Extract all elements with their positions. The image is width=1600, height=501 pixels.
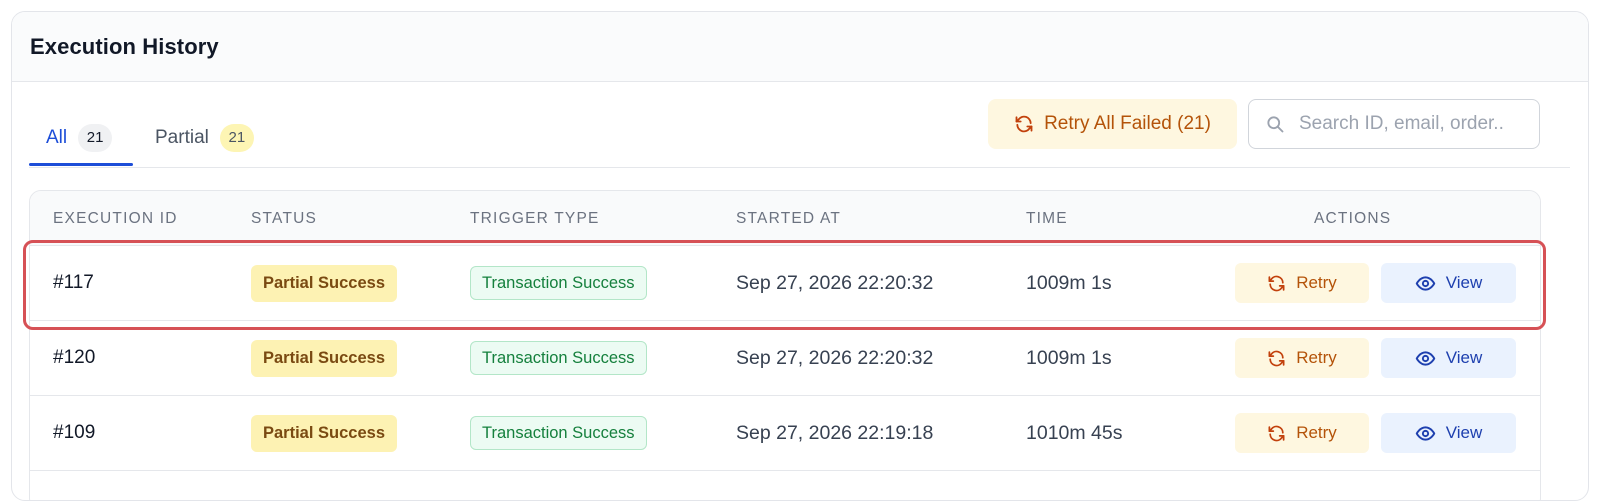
toolbar: All 21 Partial 21 Retry All Failed (21) [12, 82, 1588, 182]
retry-button[interactable]: Retry [1235, 338, 1369, 378]
row-actions: Retry View [1235, 396, 1516, 470]
row-actions: Retry View [1235, 321, 1516, 395]
header-execution-id[interactable]: EXECUTION ID [53, 191, 178, 246]
refresh-icon [1267, 274, 1286, 293]
active-tab-indicator [29, 163, 133, 166]
execution-id: #117 [53, 272, 94, 293]
view-button[interactable]: View [1381, 338, 1516, 378]
view-label: View [1445, 423, 1483, 442]
started-at: Sep 27, 2026 22:19:18 [736, 421, 934, 444]
retry-label: Retry [1296, 273, 1337, 292]
status-badge: Partial Success [251, 264, 397, 302]
execution-id: #109 [53, 422, 96, 443]
started-at: Sep 27, 2026 22:20:32 [736, 346, 934, 369]
search-input[interactable] [1299, 113, 1539, 135]
tabs-divider [29, 167, 1570, 168]
panel-title: Execution History [30, 33, 219, 59]
execution-id: #120 [53, 347, 96, 368]
search-box [1248, 99, 1540, 149]
header-status[interactable]: STATUS [251, 191, 317, 246]
execution-history-panel: Execution History All 21 Partial 21 Retr… [11, 11, 1589, 501]
header-time[interactable]: TIME [1026, 191, 1068, 246]
trigger-type-badge: Transaction Success [470, 266, 647, 300]
search-icon [1265, 114, 1285, 134]
retry-button[interactable]: Retry [1235, 263, 1369, 303]
view-label: View [1445, 273, 1483, 292]
retry-label: Retry [1296, 348, 1337, 367]
retry-all-failed-button[interactable]: Retry All Failed (21) [988, 99, 1237, 149]
started-at: Sep 27, 2026 22:20:32 [736, 271, 934, 294]
trigger-type-badge: Transaction Success [470, 341, 647, 375]
row-actions: Retry View [1235, 246, 1516, 320]
retry-label: Retry [1296, 423, 1337, 442]
header-actions: ACTIONS [1314, 209, 1392, 227]
view-button[interactable]: View [1381, 263, 1516, 303]
view-button[interactable]: View [1381, 413, 1516, 453]
status-badge: Partial Success [251, 339, 397, 377]
eye-icon [1415, 348, 1436, 369]
tab-partial-label: Partial [155, 126, 209, 148]
tab-all[interactable]: All 21 [29, 110, 133, 166]
eye-icon [1415, 423, 1436, 444]
retry-button[interactable]: Retry [1235, 413, 1369, 453]
tab-all-count: 21 [78, 123, 113, 152]
executions-table: EXECUTION ID STATUS TRIGGER TYPE STARTED… [29, 190, 1541, 500]
panel-header: Execution History [12, 12, 1588, 82]
refresh-icon [1267, 349, 1286, 368]
header-trigger-type[interactable]: TRIGGER TYPE [470, 191, 600, 246]
table-header: EXECUTION ID STATUS TRIGGER TYPE STARTED… [30, 191, 1540, 246]
tab-partial[interactable]: Partial 21 [155, 110, 254, 165]
retry-all-failed-label: Retry All Failed (21) [1044, 113, 1211, 134]
eye-icon [1415, 273, 1436, 294]
header-started-at[interactable]: STARTED AT [736, 191, 841, 246]
duration: 1009m 1s [1026, 346, 1112, 369]
table-row[interactable]: #117 Partial Success Transaction Success… [30, 246, 1540, 321]
view-label: View [1445, 348, 1483, 367]
table-row[interactable]: #109 Partial Success Transaction Success… [30, 396, 1540, 471]
tab-partial-count: 21 [219, 123, 254, 152]
duration: 1009m 1s [1026, 271, 1112, 294]
status-badge: Partial Success [251, 414, 397, 452]
refresh-icon [1014, 114, 1034, 134]
refresh-icon [1267, 424, 1286, 443]
table-row[interactable]: #120 Partial Success Transaction Success… [30, 321, 1540, 396]
duration: 1010m 45s [1026, 421, 1123, 444]
tab-all-label: All [46, 126, 68, 148]
trigger-type-badge: Transaction Success [470, 416, 647, 450]
